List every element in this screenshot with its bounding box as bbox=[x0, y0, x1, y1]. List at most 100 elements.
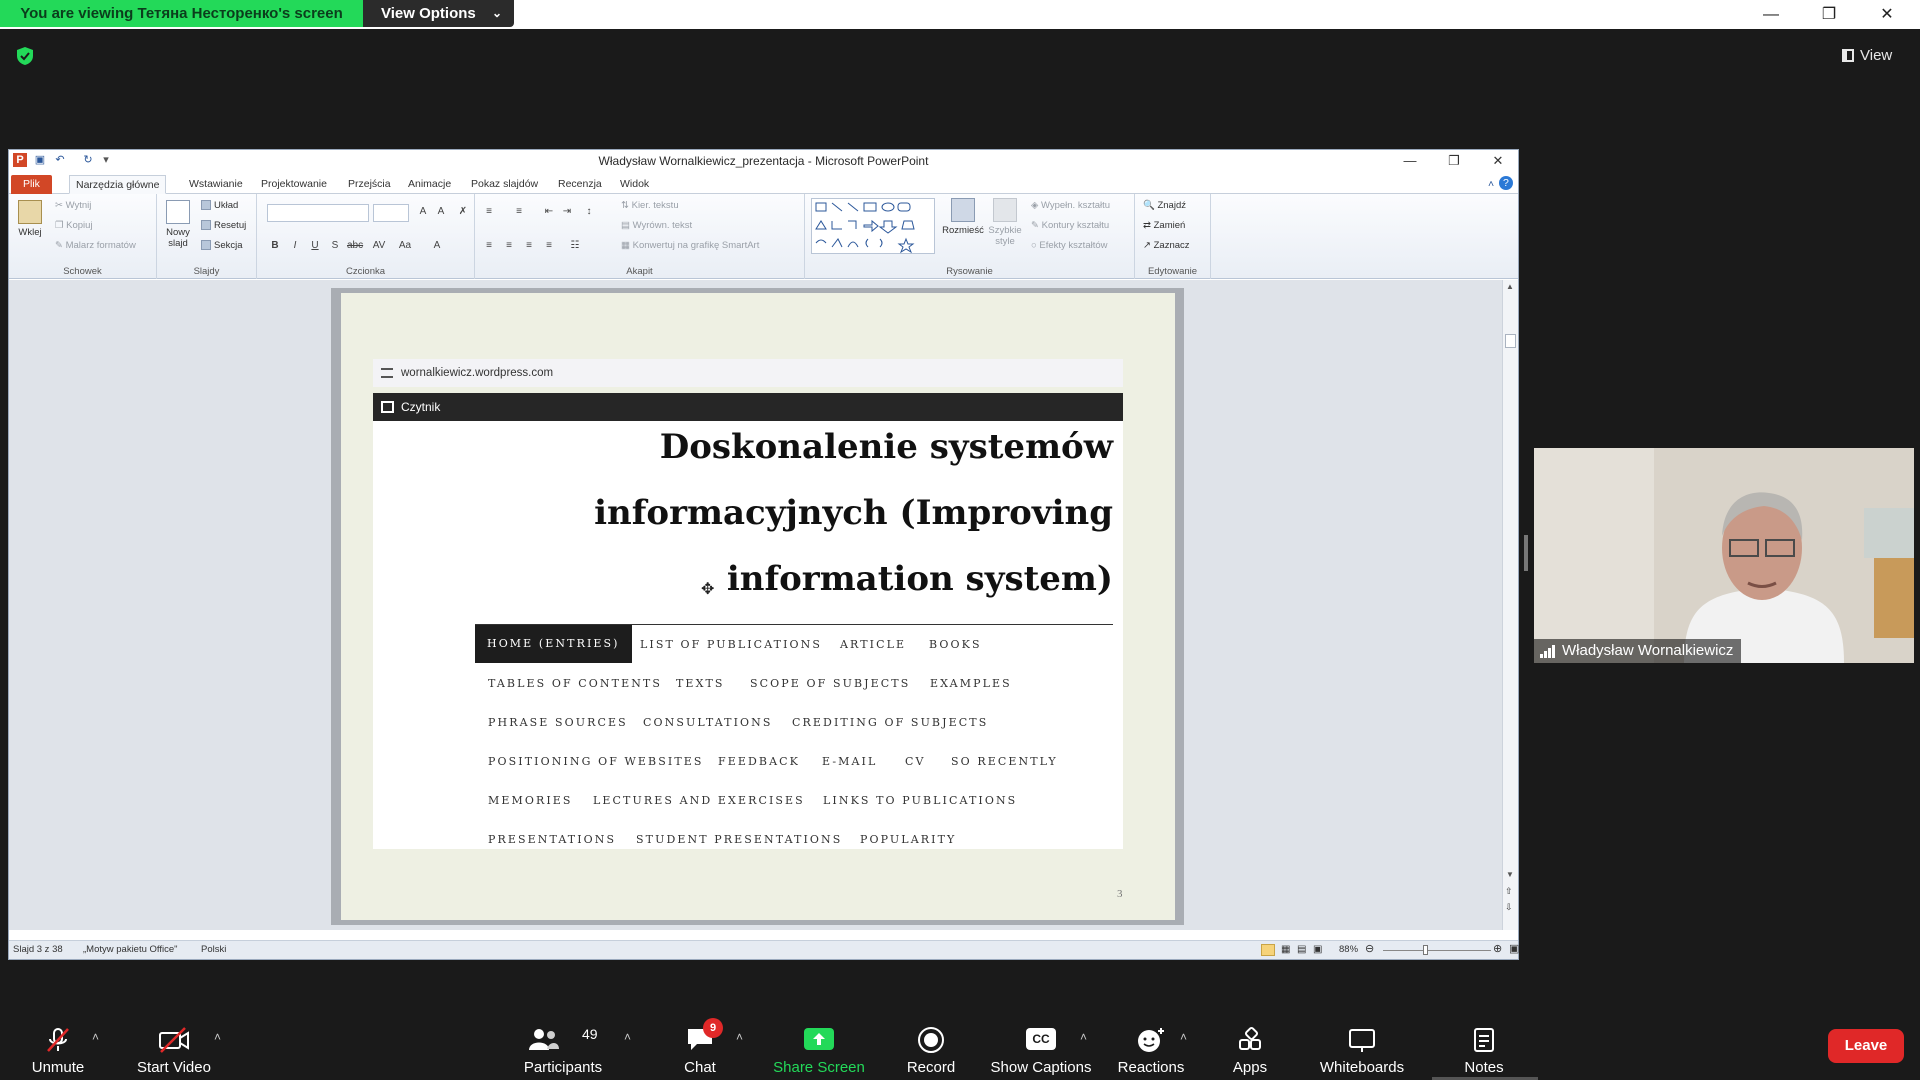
layout-button[interactable]: Układ bbox=[201, 200, 238, 211]
font-size-select[interactable] bbox=[373, 204, 409, 222]
zoom-level[interactable]: 88% bbox=[1339, 944, 1358, 955]
text-direction-button[interactable]: ⇅ Kier. tekstu bbox=[621, 200, 679, 211]
new-slide-button[interactable]: Nowy slajd bbox=[163, 200, 193, 249]
show-captions-button[interactable]: CC Show Captions bbox=[986, 1010, 1096, 1080]
tab-transitions[interactable]: Przejścia bbox=[342, 175, 397, 194]
participants-caret-icon[interactable]: ˄ bbox=[624, 1030, 631, 1044]
copy-button[interactable]: ❐ Kopiuj bbox=[55, 220, 93, 231]
replace-button[interactable]: ⇄ Zamień bbox=[1143, 220, 1185, 231]
slideshow-view-icon[interactable]: ▣ bbox=[1313, 944, 1322, 955]
help-icon[interactable]: ? bbox=[1499, 176, 1513, 190]
participants-button[interactable]: 49 Participants bbox=[516, 1010, 610, 1080]
arrange-button[interactable]: Rozmieść bbox=[941, 198, 985, 236]
italic-icon[interactable]: I bbox=[287, 240, 303, 251]
columns-icon[interactable]: ☷ bbox=[567, 240, 583, 251]
select-button[interactable]: ↗ Zaznacz bbox=[1143, 240, 1190, 251]
shadow-icon[interactable]: S bbox=[327, 240, 343, 251]
char-spacing-icon[interactable]: AV bbox=[371, 240, 387, 251]
clear-format-icon[interactable]: ✗ bbox=[455, 206, 471, 217]
scroll-up-icon[interactable]: ▲ bbox=[1506, 282, 1514, 291]
video-options-caret-icon[interactable]: ˄ bbox=[214, 1030, 221, 1044]
align-right-icon[interactable]: ≡ bbox=[521, 240, 537, 251]
section-button[interactable]: Sekcja bbox=[201, 240, 243, 251]
vertical-scrollbar[interactable]: ▲ ▼ ⇧ ⇩ bbox=[1502, 280, 1518, 930]
audio-options-caret-icon[interactable]: ˄ bbox=[92, 1030, 99, 1044]
tab-file[interactable]: Plik bbox=[11, 175, 52, 194]
slide-sorter-icon[interactable]: ▦ bbox=[1281, 944, 1290, 955]
bold-icon[interactable]: B bbox=[267, 240, 283, 251]
whiteboards-button[interactable]: Whiteboards bbox=[1312, 1010, 1412, 1080]
align-left-icon[interactable]: ≡ bbox=[481, 240, 497, 251]
quick-styles-button[interactable]: Szybkie style bbox=[987, 198, 1023, 247]
language[interactable]: Polski bbox=[201, 944, 226, 955]
justify-icon[interactable]: ≡ bbox=[541, 240, 557, 251]
smartart-button[interactable]: ▦ Konwertuj na grafikę SmartArt bbox=[621, 240, 759, 251]
tab-home[interactable]: Narzędzia główne bbox=[69, 175, 167, 194]
scrollbar-thumb[interactable] bbox=[1505, 334, 1516, 348]
restore-icon[interactable]: ❐ bbox=[1800, 0, 1858, 29]
ppt-restore-icon[interactable]: ❐ bbox=[1432, 150, 1476, 172]
slide[interactable]: wornalkiewicz.wordpress.com Czytnik Dosk… bbox=[341, 293, 1175, 920]
record-button[interactable]: Record bbox=[890, 1010, 972, 1080]
tab-design[interactable]: Projektowanie bbox=[255, 175, 333, 194]
notes-button[interactable]: Notes bbox=[1448, 1010, 1520, 1080]
shapes-gallery[interactable] bbox=[811, 198, 935, 254]
chat-button[interactable]: Chat bbox=[664, 1010, 736, 1080]
shrink-font-icon[interactable]: A bbox=[433, 206, 449, 217]
normal-view-icon[interactable] bbox=[1261, 944, 1275, 956]
leave-button[interactable]: Leave bbox=[1828, 1029, 1904, 1063]
shape-fill-button[interactable]: ◈ Wypełn. kształtu bbox=[1031, 200, 1110, 211]
zoom-slider[interactable] bbox=[1383, 950, 1491, 951]
tab-slideshow[interactable]: Pokaz slajdów bbox=[465, 175, 544, 194]
next-slide-icon[interactable]: ⇩ bbox=[1505, 902, 1513, 913]
share-screen-button[interactable]: Share Screen bbox=[768, 1010, 870, 1080]
zoom-out-icon[interactable]: ⊖ bbox=[1365, 942, 1374, 955]
align-center-icon[interactable]: ≡ bbox=[501, 240, 517, 251]
numbering-icon[interactable]: ≡ bbox=[511, 206, 527, 217]
underline-icon[interactable]: U bbox=[307, 240, 323, 251]
font-color-icon[interactable]: A bbox=[429, 240, 445, 251]
reading-view-icon[interactable]: ▤ bbox=[1297, 944, 1306, 955]
captions-caret-icon[interactable]: ˄ bbox=[1080, 1030, 1087, 1044]
increase-indent-icon[interactable]: ⇥ bbox=[559, 206, 575, 217]
cut-button[interactable]: ✂ Wytnij bbox=[55, 200, 91, 211]
unmute-button[interactable]: Unmute bbox=[14, 1010, 102, 1080]
minimize-icon[interactable]: — bbox=[1742, 0, 1800, 29]
bullets-icon[interactable]: ≡ bbox=[481, 206, 497, 217]
security-shield-icon[interactable] bbox=[15, 46, 35, 66]
reactions-button[interactable]: Reactions bbox=[1112, 1010, 1190, 1080]
previous-slide-icon[interactable]: ⇧ bbox=[1505, 886, 1513, 897]
close-icon[interactable]: ✕ bbox=[1858, 0, 1916, 29]
start-video-button[interactable]: Start Video bbox=[128, 1010, 220, 1080]
ppt-minimize-icon[interactable]: — bbox=[1388, 150, 1432, 172]
ppt-close-icon[interactable]: ✕ bbox=[1476, 150, 1520, 172]
grow-font-icon[interactable]: A bbox=[415, 206, 431, 217]
theme-name[interactable]: „Motyw pakietu Office" bbox=[83, 944, 178, 955]
tab-review[interactable]: Recenzja bbox=[552, 175, 608, 194]
font-name-select[interactable] bbox=[267, 204, 369, 222]
format-painter-button[interactable]: ✎ Malarz formatów bbox=[55, 240, 136, 251]
decrease-indent-icon[interactable]: ⇤ bbox=[541, 206, 557, 217]
chat-caret-icon[interactable]: ˄ bbox=[736, 1030, 743, 1044]
reset-button[interactable]: Resetuj bbox=[201, 220, 246, 231]
line-spacing-icon[interactable]: ↕ bbox=[581, 206, 597, 217]
align-text-button[interactable]: ▤ Wyrówn. tekst bbox=[621, 220, 692, 231]
zoom-in-icon[interactable]: ⊕ bbox=[1493, 942, 1502, 955]
panel-splitter-handle[interactable] bbox=[1524, 535, 1528, 571]
tab-view[interactable]: Widok bbox=[614, 175, 655, 194]
zoom-slider-handle[interactable] bbox=[1423, 945, 1428, 955]
tab-insert[interactable]: Wstawianie bbox=[183, 175, 249, 194]
scroll-down-icon[interactable]: ▼ bbox=[1506, 870, 1514, 879]
shape-effects-button[interactable]: ○ Efekty kształtów bbox=[1031, 240, 1108, 251]
change-case-icon[interactable]: Aa bbox=[397, 240, 413, 251]
view-options-button[interactable]: View Options ⌄ bbox=[363, 0, 514, 27]
find-button[interactable]: 🔍 Znajdź bbox=[1143, 200, 1186, 211]
view-button[interactable]: View bbox=[1842, 42, 1908, 70]
tab-animations[interactable]: Animacje bbox=[402, 175, 457, 194]
reactions-caret-icon[interactable]: ˄ bbox=[1180, 1030, 1187, 1044]
participant-video-tile[interactable]: Władysław Wornalkiewicz bbox=[1534, 448, 1914, 663]
shape-outline-button[interactable]: ✎ Kontury kształtu bbox=[1031, 220, 1109, 231]
fit-to-window-icon[interactable]: ▣ bbox=[1509, 942, 1519, 955]
strikethrough-icon[interactable]: abc bbox=[347, 240, 363, 251]
ribbon-minimize-icon[interactable]: ˄ bbox=[1482, 175, 1500, 194]
